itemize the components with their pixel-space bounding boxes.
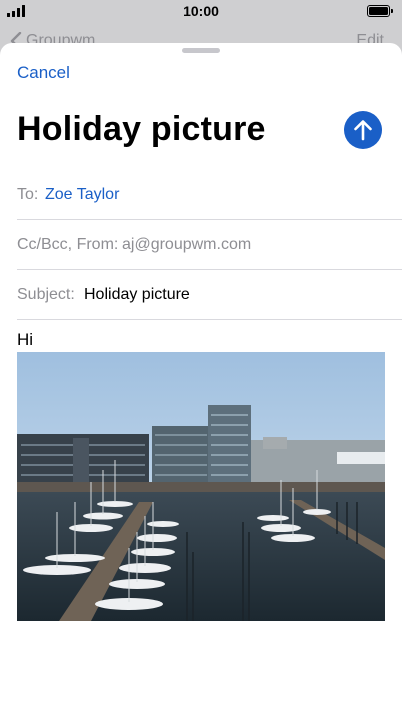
from-address[interactable]: aj@groupwm.com (122, 236, 251, 254)
subject-label: Subject: (17, 286, 75, 303)
sheet-grabber[interactable] (182, 48, 220, 53)
message-body[interactable]: Hi (17, 330, 33, 350)
harbor-photo (17, 352, 385, 621)
to-field[interactable]: To: Zoe Taylor (17, 170, 402, 220)
cc-bcc-from-label: Cc/Bcc, From: (17, 236, 119, 253)
status-bar: 10:00 (0, 0, 402, 22)
to-label: To: (17, 186, 39, 203)
cancel-button[interactable]: Cancel (17, 63, 70, 83)
to-recipient[interactable]: Zoe Taylor (45, 186, 119, 204)
compose-sheet: Cancel Holiday picture To: Zoe Taylor Cc… (0, 43, 402, 715)
cc-bcc-from-field[interactable]: Cc/Bcc, From: aj@groupwm.com (17, 220, 402, 270)
screen: 10:00 Groupwm Edit Cancel Holiday pictur… (0, 0, 402, 715)
arrow-up-icon (354, 120, 372, 141)
subject-input[interactable]: Holiday picture (84, 286, 190, 304)
status-time: 10:00 (183, 3, 219, 19)
send-button[interactable] (344, 111, 382, 149)
compose-title: Holiday picture (17, 110, 266, 148)
subject-field[interactable]: Subject: Holiday picture (17, 270, 402, 320)
attached-photo[interactable] (17, 352, 385, 621)
battery-icon (367, 5, 393, 17)
